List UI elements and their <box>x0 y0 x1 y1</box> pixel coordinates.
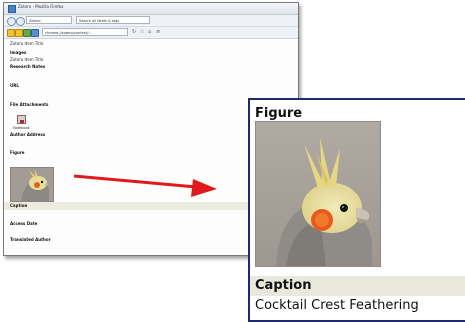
folder-icon[interactable] <box>7 29 15 37</box>
access-date-label: Access Date <box>10 221 38 226</box>
zoom-callout: Figure Caption Cocktail Crest Feathering <box>248 98 465 322</box>
back-icon[interactable] <box>7 17 16 26</box>
attach-icon[interactable] <box>31 29 39 37</box>
pdf-attachment-icon[interactable] <box>17 115 26 124</box>
add-icon[interactable] <box>23 29 31 37</box>
figure-thumbnail[interactable] <box>10 167 54 202</box>
images-label: Images <box>10 50 27 55</box>
url-label: URL <box>10 83 19 88</box>
tab-field[interactable]: Zotero <box>26 16 72 24</box>
title-bar: Zotero - Mozilla Firefox <box>4 3 298 15</box>
author-address-label: Author Address <box>10 132 46 137</box>
forward-icon[interactable] <box>16 17 25 26</box>
window-title: Zotero - Mozilla Firefox <box>18 4 64 9</box>
new-folder-icon[interactable] <box>15 29 23 37</box>
item-title-2: Zotero Item Title <box>10 57 44 62</box>
bookmark-icon[interactable]: ☆ <box>140 28 144 36</box>
caption-text: Cocktail Crest Feathering <box>255 298 419 313</box>
home-icon[interactable]: ⌂ <box>148 28 151 36</box>
refresh-icon[interactable]: ↻ <box>132 28 136 36</box>
research-notes-label: Research Notes <box>10 64 46 69</box>
figure-image[interactable] <box>255 121 381 267</box>
cockatiel-thumb-image <box>11 168 53 201</box>
item-title-1: Zotero Item Title <box>10 41 44 46</box>
zoom-caption-label: Caption <box>255 278 312 293</box>
search-input[interactable]: Search all fields & tags <box>76 16 150 24</box>
figure-label: Figure <box>10 150 25 155</box>
translated-author-label: Translated Author <box>10 237 51 242</box>
attachment-name[interactable]: Notebook <box>13 126 30 130</box>
file-attachments-label: File Attachments <box>10 102 49 107</box>
address-field[interactable]: chrome://zotero/content/... <box>42 28 128 36</box>
toolbar-top: Zotero Search all fields & tags <box>4 15 298 27</box>
zoom-figure-label: Figure <box>255 106 303 121</box>
menu-icon[interactable]: ≡ <box>156 28 160 36</box>
callout-arrow-icon <box>73 174 217 197</box>
app-icon <box>8 5 16 13</box>
cockatiel-image <box>256 122 380 266</box>
caption-label: Caption <box>10 203 28 208</box>
